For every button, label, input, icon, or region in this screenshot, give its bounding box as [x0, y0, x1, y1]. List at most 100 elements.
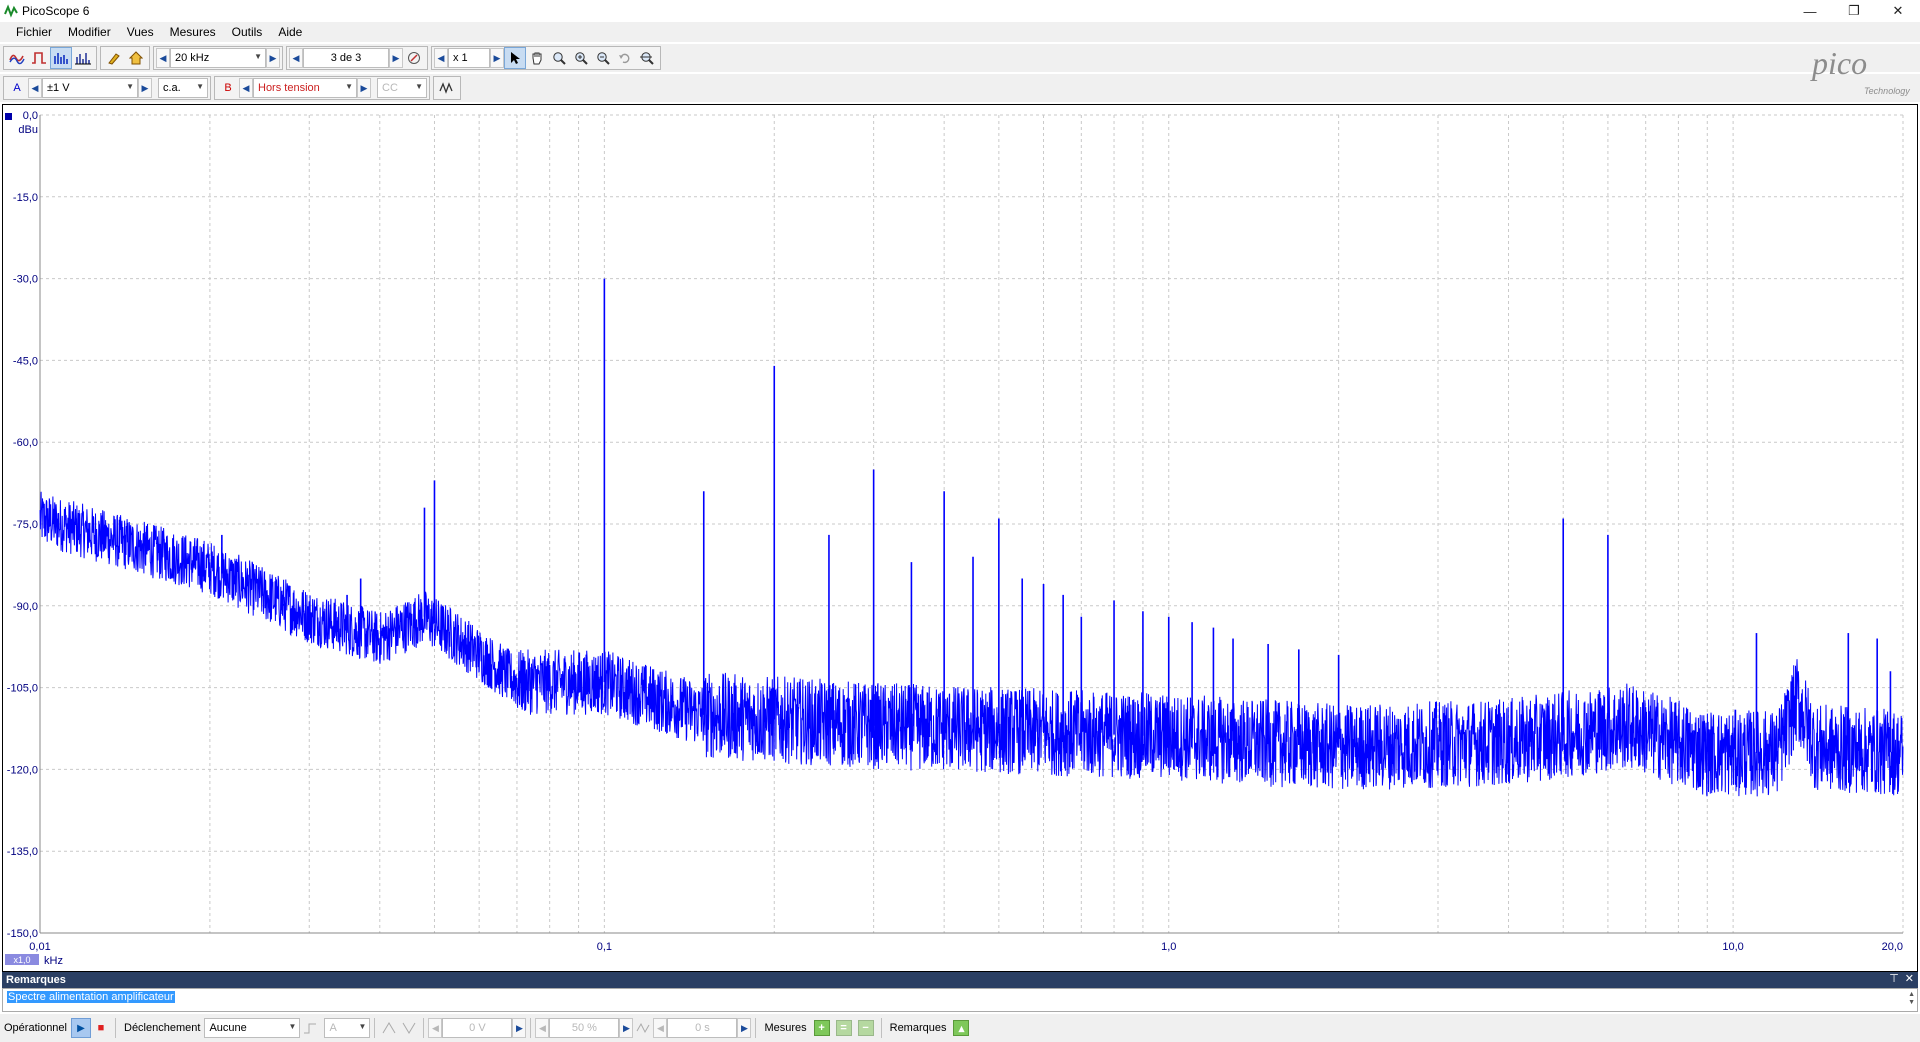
y-tick-label: -120,0: [7, 764, 38, 776]
channel-a-range-prev-button[interactable]: ◀: [28, 78, 42, 98]
channel-toolbar: A ◀ ±1 V ▼ ▶ c.a. ▼ B ◀ Hors tension ▼ ▶…: [0, 74, 1920, 102]
trigger-level-prev-button[interactable]: ◀: [428, 1018, 443, 1038]
falling-edge-icon[interactable]: [399, 1018, 419, 1038]
menu-vues[interactable]: Vues: [119, 25, 162, 39]
restore-button[interactable]: ❐: [1832, 0, 1876, 22]
remarks-scrollbar[interactable]: ▲ ▼: [1908, 991, 1915, 1007]
signal-generator-icon[interactable]: [436, 77, 458, 99]
trigger-type-select[interactable]: Aucune ▼: [204, 1018, 301, 1038]
window-title: PicoScope 6: [22, 4, 90, 18]
buffer-navigator[interactable]: 3 de 3: [303, 48, 389, 68]
start-button[interactable]: ▶: [71, 1018, 91, 1038]
channel-a-range-select[interactable]: ±1 V ▼: [42, 78, 138, 98]
delay-next-button[interactable]: ▶: [737, 1018, 752, 1038]
add-measurement-icon[interactable]: +: [813, 1020, 830, 1036]
channel-b-coupling-value: CC: [382, 82, 398, 94]
buffer-prev-button[interactable]: ◀: [289, 48, 303, 68]
zoom-fit-icon[interactable]: [636, 47, 658, 69]
menu-aide[interactable]: Aide: [270, 25, 310, 39]
zoom-factor[interactable]: x 1: [448, 48, 490, 68]
zoom-out-icon[interactable]: [592, 47, 614, 69]
remarks-panel-header: Remarques ⊤ ✕: [2, 972, 1918, 988]
hand-icon[interactable]: [526, 47, 548, 69]
divider: [755, 1018, 757, 1038]
remarks-title: Remarques: [6, 974, 66, 986]
notes-icon[interactable]: ▴: [953, 1020, 970, 1036]
divider: [423, 1018, 425, 1038]
menu-outils[interactable]: Outils: [224, 25, 271, 39]
undo-zoom-icon[interactable]: [614, 47, 636, 69]
svg-text:Technology: Technology: [1864, 86, 1910, 96]
zoom-next-button[interactable]: ▶: [490, 48, 504, 68]
buffer-next-button[interactable]: ▶: [389, 48, 403, 68]
measurements-label: Mesures: [764, 1022, 807, 1034]
trigger-edge-icon[interactable]: [300, 1018, 320, 1038]
stop-button[interactable]: ■: [91, 1018, 111, 1038]
channel-b-coupling-select[interactable]: CC ▼: [377, 78, 427, 98]
channel-a-coupling-value: c.a.: [163, 82, 181, 94]
zoom-area-icon[interactable]: [548, 47, 570, 69]
pin-icon[interactable]: ⊤: [1889, 972, 1899, 985]
persistence-mode-icon[interactable]: [28, 47, 50, 69]
scope-mode-icon[interactable]: [6, 47, 28, 69]
channel-a-range-next-button[interactable]: ▶: [138, 78, 152, 98]
pointer-icon[interactable]: [504, 47, 526, 69]
pretrigger-next-button[interactable]: ▶: [619, 1018, 634, 1038]
close-remarks-icon[interactable]: ✕: [1905, 972, 1914, 985]
probe-icon[interactable]: [103, 47, 125, 69]
timebase-group: ◀ 20 kHz ▼ ▶: [153, 46, 283, 70]
chevron-down-icon: ▼: [126, 82, 134, 91]
rising-edge-icon[interactable]: [379, 1018, 399, 1038]
x-zoom-badge-label: x1,0: [13, 955, 30, 965]
minimize-button[interactable]: —: [1788, 0, 1832, 22]
timebase-next-button[interactable]: ▶: [266, 48, 280, 68]
x-tick-label: 1,0: [1161, 941, 1176, 953]
x-tick-label: 10,0: [1722, 941, 1743, 953]
zoom-in-icon[interactable]: [570, 47, 592, 69]
channel-a-button[interactable]: A: [6, 77, 28, 99]
menu-mesures[interactable]: Mesures: [162, 25, 224, 39]
divider: [115, 1018, 116, 1038]
y-tick-label: -30,0: [13, 274, 38, 286]
spectrum-persistence-icon[interactable]: [72, 47, 94, 69]
spectrum-plot[interactable]: 0,0 -15,0 -30,0 -45,0 -60,0 -75,0 -90,0 -105,0 -…: [3, 105, 1917, 971]
y-tick-label: -90,0: [13, 601, 38, 613]
channel-b-button[interactable]: B: [217, 77, 239, 99]
edit-measurement-icon[interactable]: =: [835, 1020, 852, 1036]
spectrum-view[interactable]: 0,0 -15,0 -30,0 -45,0 -60,0 -75,0 -90,0 -105,0 -…: [2, 104, 1918, 972]
home-icon[interactable]: [125, 47, 147, 69]
spectrum-trace: [39, 491, 1904, 797]
chevron-down-icon: ▼: [358, 1022, 367, 1031]
picoscope-app-icon: [4, 4, 18, 18]
channel-a-coupling-select[interactable]: c.a. ▼: [158, 78, 208, 98]
signal-generator-group: [433, 76, 461, 100]
remarks-text-area[interactable]: Spectre alimentation amplificateur ▲ ▼: [2, 988, 1918, 1012]
buffer-navigator-icon[interactable]: [403, 47, 425, 69]
delete-measurement-icon[interactable]: −: [857, 1020, 874, 1036]
spectrum-mode-icon[interactable]: [50, 47, 72, 69]
pretrigger-field[interactable]: 50 %: [549, 1018, 620, 1038]
delay-icon[interactable]: [633, 1018, 653, 1038]
remarks-text[interactable]: Spectre alimentation amplificateur: [7, 991, 175, 1003]
channel-b-range-select[interactable]: Hors tension ▼: [253, 78, 357, 98]
delay-prev-button[interactable]: ◀: [653, 1018, 668, 1038]
x-tick-label: 0,01: [29, 941, 50, 953]
channel-b-range-prev-button[interactable]: ◀: [239, 78, 253, 98]
timebase-prev-button[interactable]: ◀: [156, 48, 170, 68]
trigger-level-next-button[interactable]: ▶: [512, 1018, 527, 1038]
menu-modifier[interactable]: Modifier: [60, 25, 119, 39]
zoom-prev-button[interactable]: ◀: [434, 48, 448, 68]
close-button[interactable]: ✕: [1876, 0, 1920, 22]
channel-b-range-next-button[interactable]: ▶: [357, 78, 371, 98]
y-tick-label: -15,0: [13, 192, 38, 204]
y-axis-label: dBu: [18, 124, 38, 136]
trigger-channel-select[interactable]: A ▼: [324, 1018, 371, 1038]
title-bar: PicoScope 6 — ❐ ✕: [0, 0, 1920, 22]
trigger-level-field[interactable]: 0 V: [442, 1018, 513, 1038]
timebase-select[interactable]: 20 kHz ▼: [170, 48, 266, 68]
status-bar: Opérationnel ▶ ■ Déclenchement Aucune ▼ …: [0, 1014, 1920, 1042]
delay-field[interactable]: 0 s: [667, 1018, 738, 1038]
pretrigger-prev-button[interactable]: ◀: [535, 1018, 550, 1038]
trigger-channel-value: A: [329, 1022, 337, 1034]
menu-fichier[interactable]: Fichier: [8, 25, 60, 39]
